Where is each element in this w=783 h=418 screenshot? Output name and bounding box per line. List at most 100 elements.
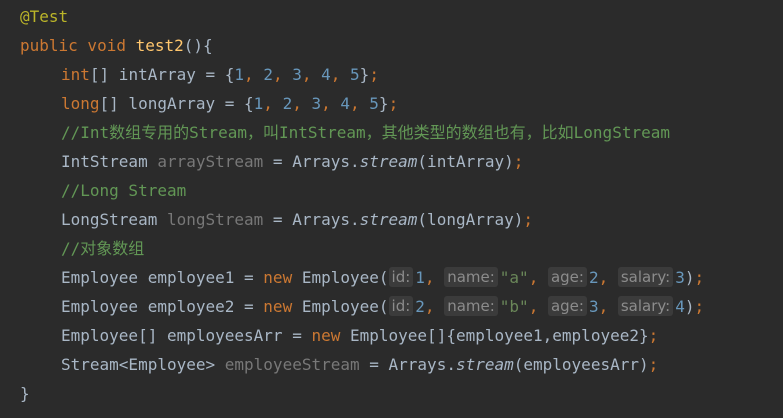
code-line-intstream-decl: IntStream arrayStream = Arrays.stream(in… [61,147,523,176]
code-line-closing-brace: } [20,379,30,408]
code-text: } [359,65,370,84]
code-line-longstream-decl: LongStream longStream = Arrays.stream(lo… [61,205,533,234]
code-text: [] longArray = { [99,94,254,113]
number-literal: 5 [350,65,360,84]
semicolon: ; [648,355,659,374]
code-text: (intArray) [417,152,514,171]
code-line-comment-intstream: //Int数组专用的Stream，叫IntStream，其他类型的数组也有，比如… [61,118,670,147]
semicolon: ; [523,210,534,229]
comma: , [272,65,293,84]
code-line-employees-array: Employee[] employeesArr = new Employee[]… [61,321,658,350]
code-text: Employee( [292,268,389,287]
semicolon: ; [694,297,705,316]
code-text: IntStream [61,152,158,171]
code-line-method-signature: public void test2(){ [20,31,213,60]
unused-variable: arrayStream [157,152,264,171]
number-literal: 2 [415,297,425,316]
param-hint-id: id: [388,296,414,316]
code-line-comment-longstream: //Long Stream [61,176,186,205]
code-line-employee-stream: Stream<Employee> employeeStream = Arrays… [61,350,658,379]
number-literal: 1 [234,65,245,84]
param-hint-name: name: [444,267,498,287]
code-line-employee1: Employee employee1 = new Employee(id: 1, … [61,263,704,292]
annotation-test: @Test [20,7,69,26]
semicolon: ; [648,326,659,345]
code-text: [] intArray = { [89,65,235,84]
comma: , [292,94,312,113]
code-text: = Arrays. [359,355,456,374]
code-text: (employeesArr) [513,355,649,374]
param-hint-salary: salary: [617,267,674,287]
code-editor[interactable]: @Test public void test2(){ int[] intArra… [0,0,783,418]
number-literal: 3 [588,297,599,316]
closing-brace: } [20,384,30,403]
code-comment: //Int数组专用的Stream，叫IntStream，其他类型的数组也有，比如… [61,123,670,142]
number-literal: 1 [253,94,264,113]
param-hint-name: name: [444,296,498,316]
code-text: = Arrays. [263,152,360,171]
number-literal: 2 [282,94,293,113]
code-text: Stream<Employee> [61,355,225,374]
comma: , [350,94,370,113]
code-text: Employee employee2 = [61,297,264,316]
number-literal: 4 [321,65,331,84]
code-text: ) [684,268,695,287]
code-text: (longArray) [417,210,524,229]
param-hint-id: id: [388,267,414,287]
comma: , [528,268,548,287]
number-literal: 3 [675,268,685,287]
semicolon: ; [369,65,379,84]
number-literal: 2 [263,65,273,84]
code-line-annotation: @Test [20,2,68,31]
number-literal: 3 [292,65,302,84]
keyword-int: int [61,65,90,84]
string-literal: "a" [499,268,529,287]
code-comment: //对象数组 [61,239,145,258]
param-hint-age: age: [547,267,587,287]
number-literal: 1 [415,268,425,287]
keyword-long: long [61,94,100,113]
comma: , [424,297,445,316]
number-literal: 4 [675,297,685,316]
string-literal: "b" [499,297,529,316]
code-text: } [378,94,389,113]
code-text: Employee( [292,297,389,316]
code-text: Employee[] employeesArr = [61,326,312,345]
code-line-employee2: Employee employee2 = new Employee(id: 2, … [61,292,704,321]
code-text: Employee[]{employee1,employee2} [340,326,649,345]
number-literal: 4 [340,94,351,113]
static-method-call: stream [359,210,418,229]
semicolon: ; [513,152,524,171]
unused-variable: longStream [166,210,264,229]
code-line-int-array: int[] intArray = {1, 2, 3, 4, 5}; [61,60,379,89]
code-text: = Arrays. [263,210,360,229]
code-comment: //Long Stream [61,181,187,200]
number-literal: 2 [588,268,599,287]
code-line-long-array: long[] longArray = {1, 2, 3, 4, 5}; [61,89,398,118]
comma: , [263,94,283,113]
unused-variable: employeeStream [224,355,360,374]
method-parens: (){ [183,36,213,55]
keyword-new: new [263,297,293,316]
semicolon: ; [694,268,705,287]
comma: , [321,94,341,113]
code-text: LongStream [61,210,167,229]
method-name: test2 [135,36,184,55]
keyword-new: new [311,326,341,345]
comma: , [330,65,351,84]
comma: , [598,297,618,316]
comma: , [598,268,618,287]
comma: , [528,297,548,316]
number-literal: 3 [311,94,322,113]
static-method-call: stream [455,355,514,374]
code-line-comment-object-array: //对象数组 [61,234,144,263]
number-literal: 5 [369,94,379,113]
static-method-call: stream [359,152,418,171]
param-hint-salary: salary: [617,296,674,316]
keyword-new: new [263,268,293,287]
comma: , [424,268,445,287]
code-text: Employee employee1 = [61,268,264,287]
comma: , [244,65,264,84]
semicolon: ; [388,94,399,113]
keyword-public-void: public void [20,36,136,55]
